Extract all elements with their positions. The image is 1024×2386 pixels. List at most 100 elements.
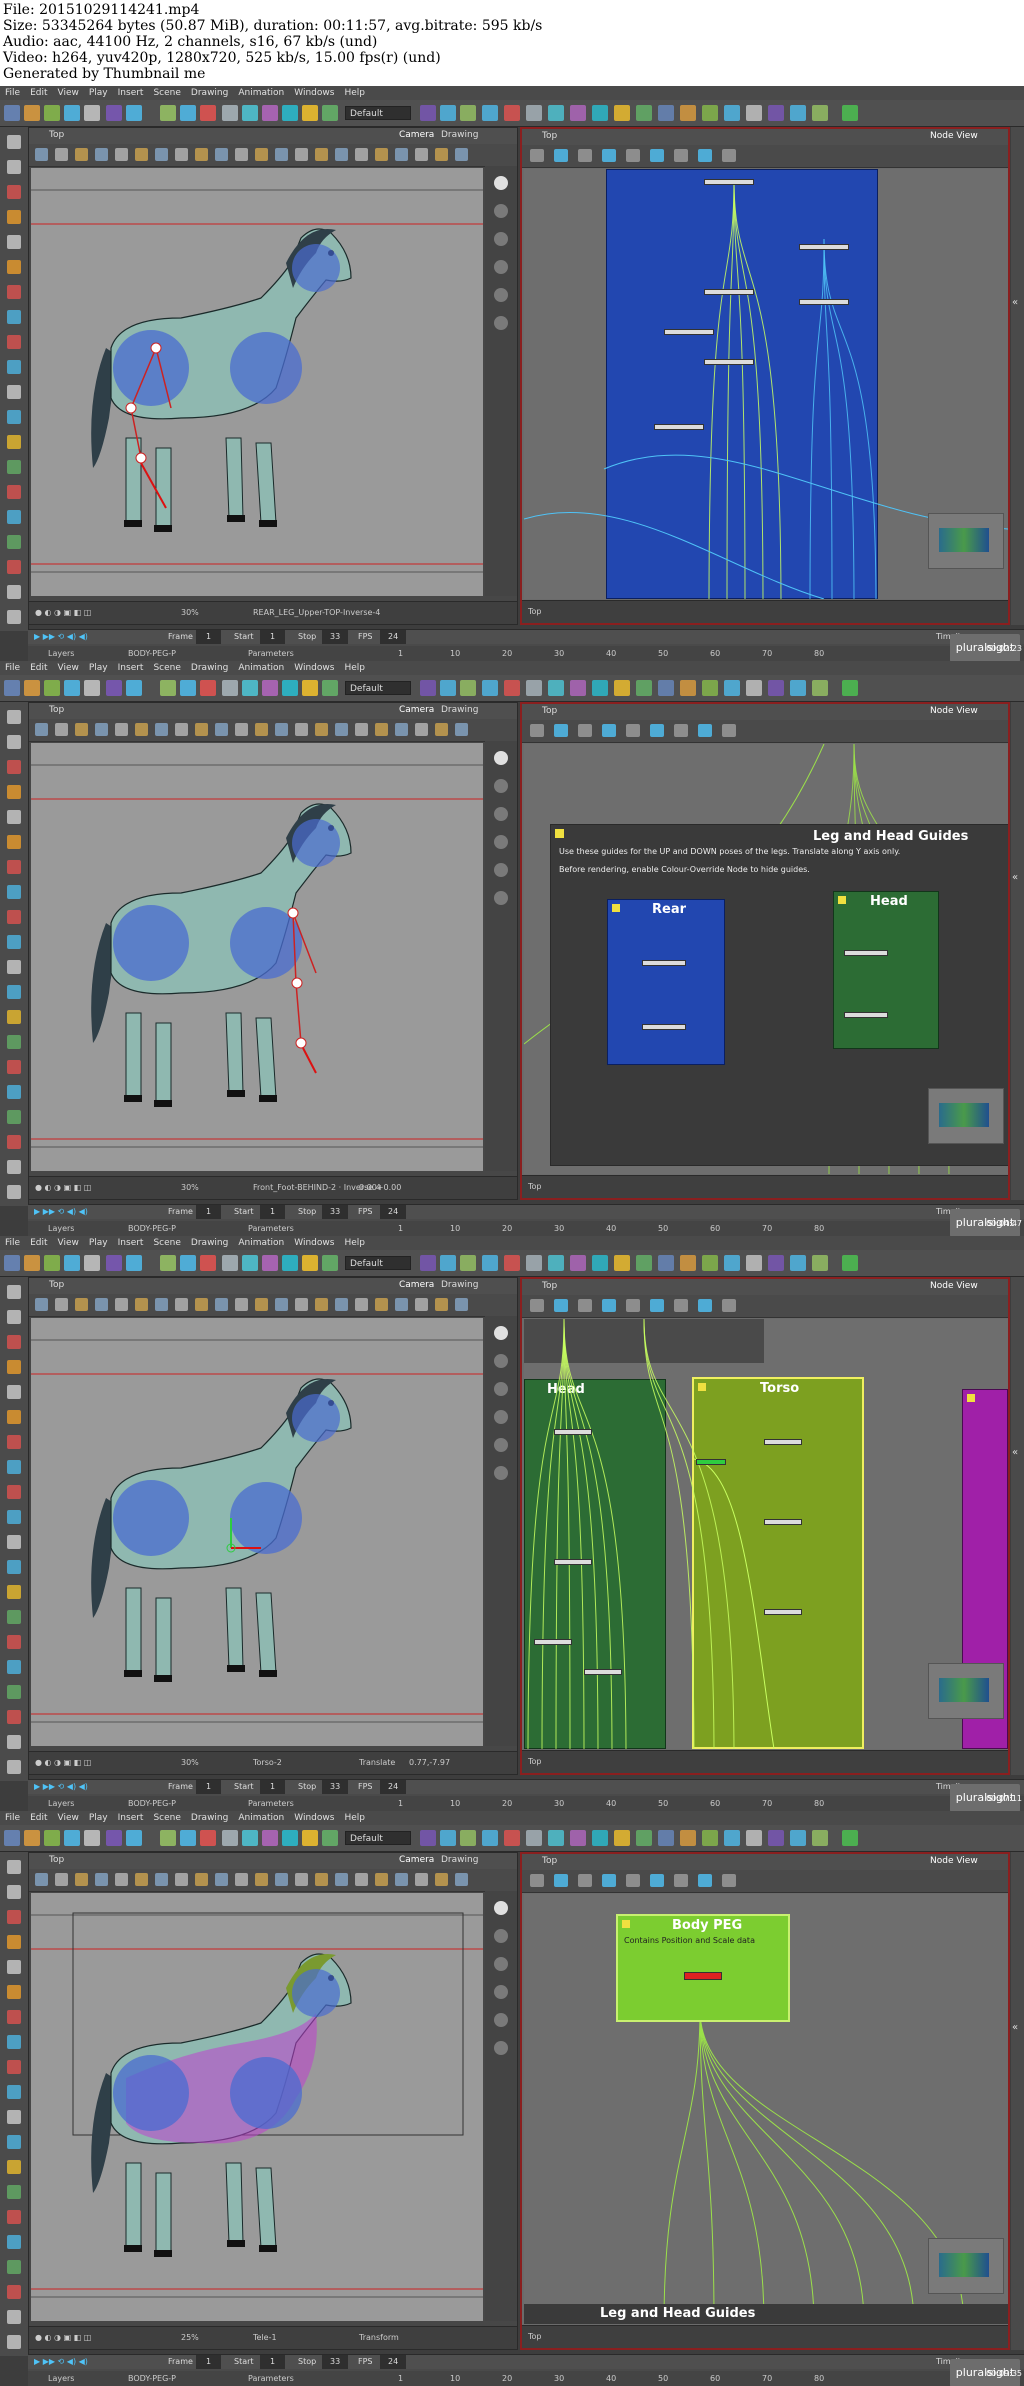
node-top-breadcrumb[interactable]: Top: [542, 131, 557, 141]
node-tool-icon[interactable]: [626, 149, 640, 162]
view-side-icon[interactable]: [494, 1354, 508, 1368]
menu-help[interactable]: Help: [339, 661, 370, 675]
camera-tool-icon[interactable]: [335, 148, 348, 161]
tool-icon[interactable]: [7, 1085, 21, 1099]
tool-icon[interactable]: [7, 1935, 21, 1949]
camera-tool-icon[interactable]: [315, 1298, 328, 1311]
camera-tool-icon[interactable]: [295, 1298, 308, 1311]
view-side-icon[interactable]: [494, 863, 508, 877]
toolbar-icon[interactable]: [746, 105, 762, 121]
tool-icon[interactable]: [7, 1735, 21, 1749]
toolbar-icon[interactable]: [570, 1255, 586, 1271]
tool-icon[interactable]: [7, 1635, 21, 1649]
toolbar-icon[interactable]: [24, 680, 40, 696]
menu-play[interactable]: Play: [84, 1811, 113, 1825]
toolbar-icon[interactable]: [636, 1255, 652, 1271]
node-navigator[interactable]: [928, 2238, 1004, 2294]
toolbar-icon[interactable]: [262, 680, 278, 696]
toolbar-icon[interactable]: [680, 1255, 696, 1271]
camera-tool-icon[interactable]: [455, 148, 468, 161]
tool-icon[interactable]: [7, 1610, 21, 1624]
toolbar-icon[interactable]: [420, 105, 436, 121]
node[interactable]: [844, 1012, 888, 1018]
toolbar-icon[interactable]: [44, 680, 60, 696]
menu-file[interactable]: File: [0, 1811, 25, 1825]
tool-icon[interactable]: [7, 285, 21, 299]
node-tool-icon[interactable]: [602, 724, 616, 737]
collapse-panel-strip[interactable]: «: [1011, 1277, 1024, 1775]
toolbar-icon[interactable]: [636, 105, 652, 121]
tool-icon[interactable]: [7, 2035, 21, 2049]
toolbar-icon[interactable]: [702, 1255, 718, 1271]
toolbar-icon[interactable]: [106, 105, 122, 121]
menu-drawing[interactable]: Drawing: [186, 86, 233, 100]
tool-icon[interactable]: [7, 1885, 21, 1899]
camera-tool-icon[interactable]: [35, 723, 48, 736]
menu-view[interactable]: View: [53, 1236, 84, 1250]
menu-edit[interactable]: Edit: [25, 1811, 52, 1825]
menu-scene[interactable]: Scene: [148, 661, 185, 675]
toolbar-icon[interactable]: [126, 105, 142, 121]
camera-tool-icon[interactable]: [255, 723, 268, 736]
node-tool-icon[interactable]: [626, 724, 640, 737]
tool-icon[interactable]: [7, 935, 21, 949]
toolbar-icon[interactable]: [420, 680, 436, 696]
collapse-panel-strip[interactable]: «: [1011, 1852, 1024, 2350]
toolbar-icon[interactable]: [768, 105, 784, 121]
node[interactable]: [664, 329, 714, 335]
toolbar-icon[interactable]: [200, 105, 216, 121]
view-side-icon[interactable]: [494, 1929, 508, 1943]
menu-edit[interactable]: Edit: [25, 1236, 52, 1250]
toolbar-icon[interactable]: [614, 1830, 630, 1846]
camera-tool-icon[interactable]: [415, 1298, 428, 1311]
tab-camera[interactable]: Camera: [399, 1855, 434, 1865]
toolbar-icon[interactable]: [614, 1255, 630, 1271]
tool-icon[interactable]: [7, 2010, 21, 2024]
node-navigator[interactable]: [928, 1088, 1004, 1144]
menu-view[interactable]: View: [53, 1811, 84, 1825]
toolbar-icon[interactable]: [160, 680, 176, 696]
tool-icon[interactable]: [7, 585, 21, 599]
frame-field[interactable]: 1: [196, 1780, 222, 1794]
view-side-icon[interactable]: [494, 779, 508, 793]
toolbar-icon[interactable]: [812, 1255, 828, 1271]
node-canvas[interactable]: Body PEG Contains Position and Scale dat…: [524, 1894, 1008, 2324]
toolbar-icon[interactable]: [24, 1255, 40, 1271]
start-field[interactable]: 1: [260, 1205, 286, 1219]
tool-icon[interactable]: [7, 1760, 21, 1774]
node-tool-icon[interactable]: [698, 1874, 712, 1887]
tool-icon[interactable]: [7, 910, 21, 924]
menu-scene[interactable]: Scene: [148, 1811, 185, 1825]
toolbar-icon[interactable]: [790, 1255, 806, 1271]
menu-file[interactable]: File: [0, 1236, 25, 1250]
tool-icon[interactable]: [7, 1285, 21, 1299]
view-side-icon[interactable]: [494, 204, 508, 218]
view-side-icon[interactable]: [494, 2013, 508, 2027]
camera-tool-icon[interactable]: [155, 1298, 168, 1311]
toolbar-icon[interactable]: [242, 1830, 258, 1846]
collapse-arrow-icon[interactable]: «: [1012, 872, 1023, 883]
toolbar-icon[interactable]: [322, 680, 338, 696]
node-tool-icon[interactable]: [554, 724, 568, 737]
toolbar-icon[interactable]: [636, 1830, 652, 1846]
tab-drawing[interactable]: Drawing: [441, 130, 478, 140]
tool-icon[interactable]: [7, 835, 21, 849]
tool-icon[interactable]: [7, 785, 21, 799]
view-side-icon[interactable]: [494, 1382, 508, 1396]
node-tool-icon[interactable]: [722, 1299, 736, 1312]
tool-icon[interactable]: [7, 1360, 21, 1374]
camera-tool-icon[interactable]: [215, 723, 228, 736]
play-controls-icons[interactable]: ▶ ▶▶ ⟲ ◀) ◀): [34, 2355, 88, 2369]
workspace-preset-select[interactable]: Default: [345, 106, 411, 120]
tool-icon[interactable]: [7, 1910, 21, 1924]
toolbar-icon[interactable]: [724, 105, 740, 121]
node-navigator[interactable]: [928, 513, 1004, 569]
toolbar-icon[interactable]: [44, 1255, 60, 1271]
toolbar-icon[interactable]: [302, 680, 318, 696]
camera-tool-icon[interactable]: [215, 1873, 228, 1886]
toolbar-icon[interactable]: [84, 1255, 100, 1271]
camera-tool-icon[interactable]: [435, 148, 448, 161]
camera-tool-icon[interactable]: [115, 1873, 128, 1886]
tool-icon[interactable]: [7, 185, 21, 199]
toolbar-icon[interactable]: [160, 105, 176, 121]
